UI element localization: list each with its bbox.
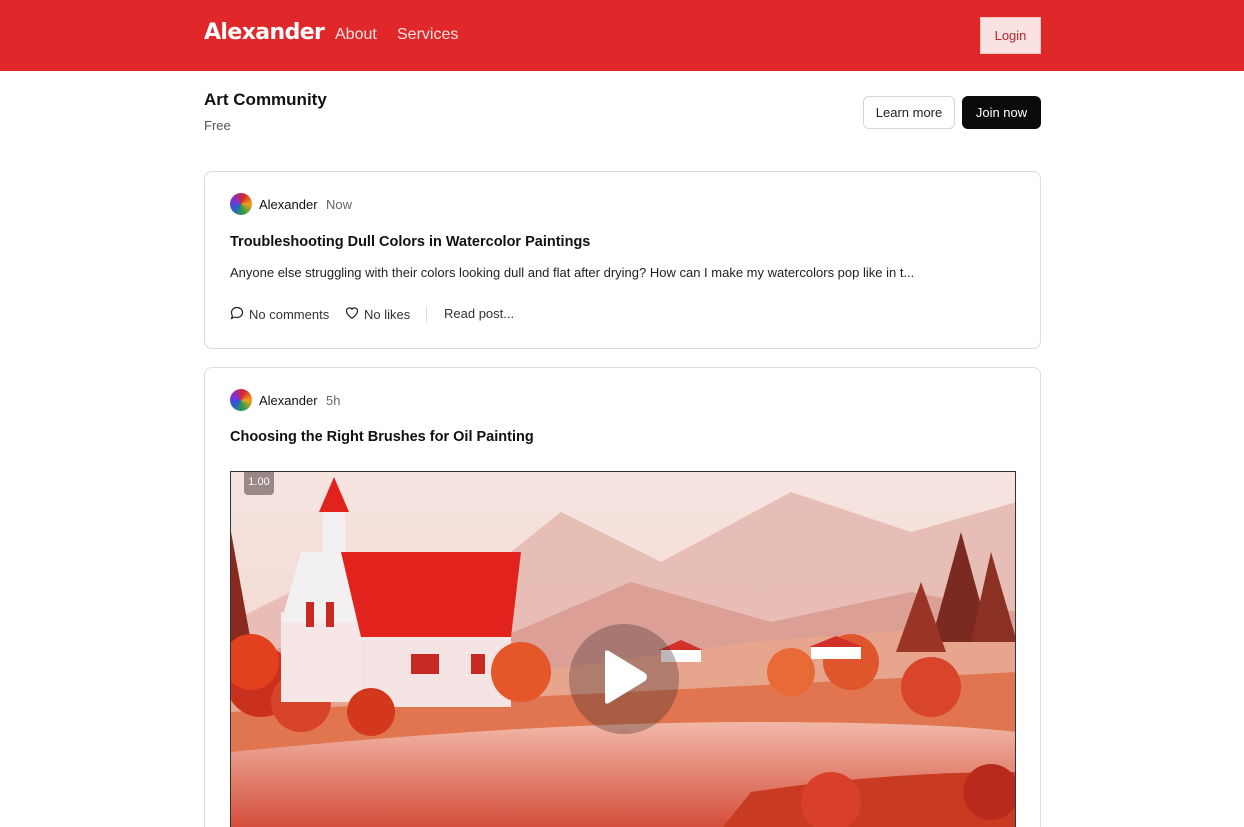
join-now-button[interactable]: Join now bbox=[962, 96, 1041, 129]
community-title: Art Community bbox=[204, 90, 327, 109]
nav-about-link[interactable]: About bbox=[335, 26, 377, 44]
post-excerpt: Anyone else struggling with their colors… bbox=[230, 265, 915, 280]
nav-services-link[interactable]: Services bbox=[397, 26, 458, 44]
top-navbar: Alexander About Services Login bbox=[0, 0, 1244, 71]
read-post-link[interactable]: Read post... bbox=[444, 306, 514, 321]
community-price: Free bbox=[204, 118, 231, 133]
post-time: 5h bbox=[326, 393, 341, 408]
comment-icon bbox=[230, 306, 244, 323]
post-title[interactable]: Choosing the Right Brushes for Oil Paint… bbox=[230, 429, 534, 445]
avatar bbox=[230, 389, 252, 411]
post-card: Alexander Now Troubleshooting Dull Color… bbox=[204, 171, 1041, 349]
comments-count[interactable]: No comments bbox=[230, 306, 329, 323]
playback-speed-badge[interactable]: 1.00 bbox=[244, 472, 274, 495]
post-author: Alexander bbox=[259, 393, 318, 408]
likes-count[interactable]: No likes bbox=[345, 306, 410, 323]
play-button[interactable] bbox=[569, 624, 679, 734]
login-button[interactable]: Login bbox=[980, 17, 1041, 54]
post-card: Alexander 5h Choosing the Right Brushes … bbox=[204, 367, 1041, 827]
avatar bbox=[230, 193, 252, 215]
video-player[interactable]: 1.00 bbox=[230, 471, 1016, 827]
meta-divider bbox=[426, 306, 427, 323]
heart-icon bbox=[345, 306, 359, 323]
comments-label: No comments bbox=[249, 307, 330, 322]
likes-label: No likes bbox=[364, 307, 411, 322]
post-title[interactable]: Troubleshooting Dull Colors in Watercolo… bbox=[230, 234, 590, 250]
brand-logo[interactable]: Alexander bbox=[204, 20, 325, 45]
post-time: Now bbox=[326, 197, 353, 212]
post-author: Alexander bbox=[259, 197, 318, 212]
play-icon bbox=[599, 649, 649, 710]
learn-more-button[interactable]: Learn more bbox=[863, 96, 955, 129]
